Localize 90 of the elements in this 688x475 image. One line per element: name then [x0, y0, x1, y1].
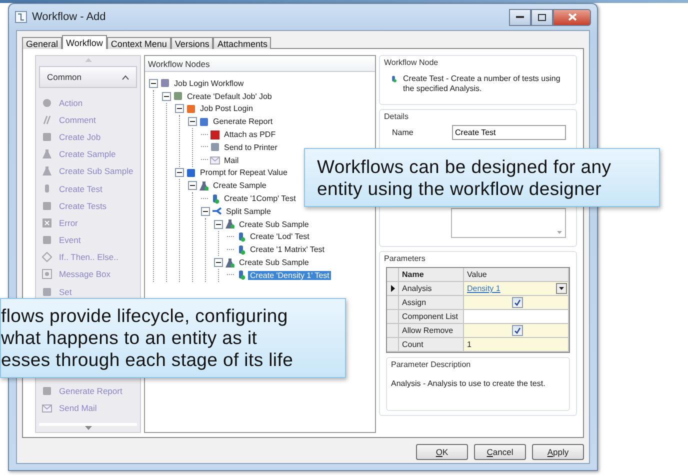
dialog-button[interactable]: Cancel [474, 444, 526, 460]
mail-icon [210, 155, 220, 166]
tab[interactable]: Attachments [213, 37, 272, 49]
tree-node[interactable]: Job Post Login [198, 104, 255, 114]
field-label: Name [392, 128, 414, 137]
minimize-button[interactable] [509, 8, 531, 26]
checkbox[interactable] [512, 297, 523, 308]
flask-icon [199, 180, 209, 191]
comment-icon [42, 114, 52, 125]
caret-icon [122, 74, 129, 80]
value-cell[interactable]: 1 [464, 338, 569, 352]
tab[interactable]: General [22, 37, 62, 49]
test-tube-icon [42, 184, 52, 194]
tree-node[interactable]: Attach as PDF [222, 130, 278, 140]
group-title: Details [384, 112, 410, 121]
window-title: Workflow - Add [32, 11, 107, 23]
name-cell: Component List [399, 310, 464, 324]
callout: flows provide lifecycle, configuring what happens to an entity as it esses through each stage of its life [0, 298, 346, 378]
value-cell[interactable]: Density 1 [464, 282, 569, 296]
name-cell: Assign [399, 296, 464, 310]
name-cell: Analysis [399, 282, 464, 296]
minimize-icon [516, 16, 524, 18]
group-title: Workflow Node [384, 58, 440, 67]
close-icon [568, 13, 576, 21]
column-header: Value [464, 268, 569, 282]
name-cell: Count [399, 338, 464, 352]
tree-node[interactable]: Create '1Comp' Test [222, 194, 298, 204]
test-tube-icon [390, 74, 398, 84]
tab[interactable]: Context Menu [106, 37, 171, 49]
name-cell: Allow Remove [399, 324, 464, 338]
flask-icon [225, 258, 235, 268]
flask-icon [42, 166, 52, 176]
tree-node[interactable]: Generate Report [211, 117, 275, 126]
tree-node[interactable]: Create 'Density 1' Test [248, 270, 332, 280]
caret-icon [559, 287, 564, 290]
split-icon [212, 206, 222, 216]
collapse-icon[interactable] [175, 168, 184, 178]
collapse-icon[interactable] [188, 117, 197, 126]
tree-node[interactable]: Job Login Workflow [172, 78, 246, 88]
tree-node[interactable]: Send to Printer [222, 142, 280, 152]
analysis-link[interactable]: Density 1 [467, 284, 556, 293]
node-description: Create Test - Create a number of tests using the specified Analysis. [403, 74, 562, 94]
panel-header: Workflow Nodes [145, 56, 375, 72]
tree-node[interactable]: Create '1 Matrix' Test [248, 245, 326, 254]
name-field[interactable]: Create Test [452, 125, 566, 140]
test-tube-icon [236, 232, 246, 242]
text-area[interactable] [451, 208, 566, 238]
tab[interactable]: Versions [170, 37, 214, 49]
value-cell[interactable] [464, 310, 569, 324]
test-tube-icon [236, 244, 246, 255]
current-row-icon [390, 285, 394, 292]
group-title: Parameters [384, 254, 426, 263]
tree-node[interactable]: Create Sample [211, 181, 268, 190]
dialog-button[interactable]: Apply [532, 444, 584, 460]
tree-node[interactable]: Create 'Default Job' Job [185, 92, 274, 101]
collapse-icon[interactable] [214, 258, 223, 268]
collapse-icon[interactable] [149, 78, 158, 88]
tree-node[interactable]: Create 'Lod' Test [248, 232, 312, 242]
collapse-icon[interactable] [188, 181, 197, 190]
tab[interactable]: Workflow [62, 35, 107, 49]
dialog-button[interactable]: OK [416, 444, 468, 460]
workflow-icon [15, 11, 27, 23]
mail-icon [42, 403, 52, 414]
collapse-icon[interactable] [162, 92, 171, 101]
test-tube-icon [210, 194, 220, 204]
tree-node[interactable]: Create Sub Sample [237, 220, 311, 229]
checkbox[interactable] [512, 325, 523, 336]
tree-node[interactable]: Split Sample [224, 206, 273, 216]
column-header: Name [399, 268, 464, 282]
message-box-icon [42, 269, 52, 280]
test-tube-icon [236, 270, 246, 280]
palette-header[interactable]: Common [39, 66, 137, 88]
collapse-icon[interactable] [214, 220, 223, 229]
collapse-icon[interactable] [175, 104, 184, 114]
parameter-description: Analysis - Analysis to use to create the test. [391, 379, 546, 389]
maximize-icon [538, 14, 546, 20]
flask-icon [42, 149, 52, 160]
group-title: Parameter Description [391, 360, 472, 369]
close-button[interactable] [553, 8, 591, 26]
scroll-down-icon[interactable] [84, 426, 92, 430]
maximize-button[interactable] [531, 8, 553, 26]
dropdown-button[interactable] [556, 283, 567, 294]
callout: Workflows can be designed for any entity using the workflow designer [304, 148, 660, 207]
tree-node[interactable]: Create Sub Sample [237, 258, 311, 268]
tree-node[interactable]: Mail [222, 156, 241, 165]
collapse-icon[interactable] [201, 206, 210, 216]
tree-node[interactable]: Prompt for Repeat Value [198, 168, 290, 178]
flask-icon [225, 219, 235, 230]
diamond-icon [42, 252, 52, 262]
error-icon [42, 218, 52, 228]
